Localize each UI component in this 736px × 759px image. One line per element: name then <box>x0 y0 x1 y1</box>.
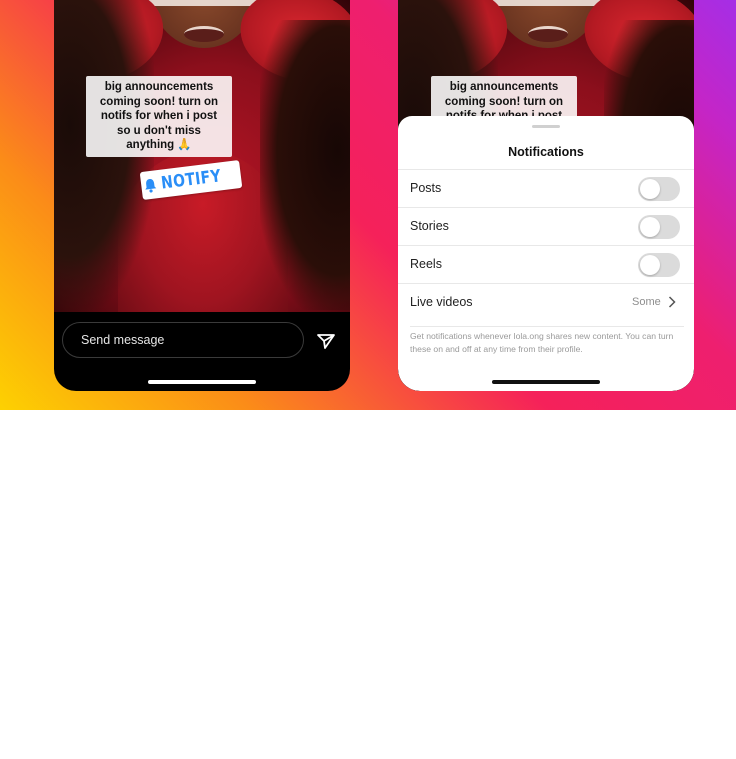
toggle-knob <box>640 217 660 237</box>
lips <box>184 26 224 42</box>
reels-toggle[interactable] <box>638 253 680 277</box>
row-live-videos[interactable]: Live videos Some <box>398 283 694 321</box>
row-label: Stories <box>410 219 449 233</box>
row-label: Reels <box>410 257 442 271</box>
caption-line: big announcements <box>104 81 214 93</box>
caption-line: coming soon! turn on <box>444 95 564 108</box>
notifications-sheet: Notifications Posts Stories Reels Live v… <box>398 116 694 391</box>
sheet-drag-handle[interactable] <box>532 125 560 128</box>
hair-right <box>260 20 350 310</box>
sheet-title: Notifications <box>508 145 584 159</box>
notify-label: NOTIFY <box>160 166 223 194</box>
caption-line: anything 🙏 <box>126 139 192 151</box>
caption-line: big announcements <box>449 81 559 93</box>
caption-line: coming soon! turn on <box>99 95 219 108</box>
row-reels[interactable]: Reels <box>398 245 694 283</box>
send-icon[interactable] <box>316 331 336 351</box>
story-photo: big announcements coming soon! turn on n… <box>54 0 350 312</box>
home-indicator <box>148 380 256 384</box>
stories-toggle[interactable] <box>638 215 680 239</box>
row-label: Posts <box>410 181 442 195</box>
toggle-knob <box>640 179 660 199</box>
chevron-right-icon <box>668 296 676 308</box>
send-message-input[interactable]: Send message <box>62 322 304 358</box>
bell-icon <box>145 178 157 193</box>
notifications-footnote: Get notifications whenever lola.ong shar… <box>410 326 684 355</box>
posts-toggle[interactable] <box>638 177 680 201</box>
caption-line: notifs for when i post <box>100 110 218 122</box>
story-caption: big announcements coming soon! turn on n… <box>86 76 232 157</box>
live-videos-value: Some <box>632 296 661 308</box>
row-posts[interactable]: Posts <box>398 169 694 207</box>
row-label: Live videos <box>410 295 473 309</box>
home-indicator <box>492 380 600 384</box>
lips <box>528 26 568 42</box>
story-phone: big announcements coming soon! turn on n… <box>54 0 350 391</box>
row-stories[interactable]: Stories <box>398 207 694 245</box>
toggle-knob <box>640 255 660 275</box>
caption-line: so u don't miss <box>117 124 201 137</box>
hero-banner: big announcements coming soon! turn on n… <box>0 0 736 410</box>
notifications-phone: big announcements coming soon! turn on n… <box>398 0 694 391</box>
